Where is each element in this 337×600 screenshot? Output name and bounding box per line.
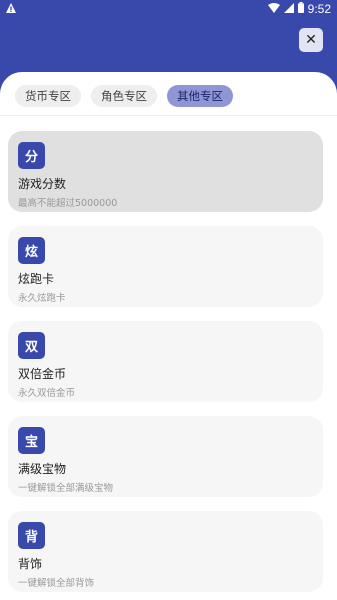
- bottom-sheet: 货币专区 角色专区 其他专区 分 游戏分数 最高不能超过5000000 炫 炫跑…: [0, 72, 337, 600]
- item-title: 满级宝物: [18, 462, 67, 476]
- item-badge: 双: [18, 332, 45, 359]
- item-subtitle: 一键解锁全部背饰: [18, 578, 95, 589]
- tab-bar: 货币专区 角色专区 其他专区: [0, 72, 337, 116]
- item-subtitle: 永久炫跑卡: [18, 293, 66, 304]
- status-bar: 9:52: [0, 0, 337, 18]
- item-badge: 炫: [18, 237, 45, 264]
- notification-icon: [6, 2, 16, 16]
- status-time: 9:52: [307, 2, 331, 16]
- tab-other[interactable]: 其他专区: [167, 85, 233, 107]
- item-badge: 背: [18, 522, 45, 549]
- signal-icon: [283, 2, 294, 16]
- item-title: 炫跑卡: [18, 272, 55, 286]
- wifi-icon: [267, 2, 280, 16]
- item-subtitle: 最高不能超过5000000: [18, 198, 118, 209]
- tab-currency[interactable]: 货币专区: [15, 85, 81, 107]
- item-subtitle: 一键解锁全部满级宝物: [18, 483, 114, 494]
- item-card-run-card[interactable]: 炫 炫跑卡 永久炫跑卡: [8, 226, 323, 307]
- item-card-game-score[interactable]: 分 游戏分数 最高不能超过5000000: [8, 131, 323, 212]
- item-card-double-coins[interactable]: 双 双倍金币 永久双倍金币: [8, 321, 323, 402]
- item-title: 背饰: [18, 557, 43, 571]
- close-button[interactable]: ✕: [299, 28, 323, 52]
- item-card-max-treasure[interactable]: 宝 满级宝物 一键解锁全部满级宝物: [8, 416, 323, 497]
- item-title: 双倍金币: [18, 367, 67, 381]
- tab-character[interactable]: 角色专区: [91, 85, 157, 107]
- item-list: 分 游戏分数 最高不能超过5000000 炫 炫跑卡 永久炫跑卡 双 双倍金币 …: [0, 116, 337, 592]
- item-card-back-accessory[interactable]: 背 背饰 一键解锁全部背饰: [8, 511, 323, 592]
- item-title: 游戏分数: [18, 177, 67, 191]
- item-badge: 宝: [18, 427, 45, 454]
- item-badge: 分: [18, 142, 45, 169]
- close-icon: ✕: [305, 32, 317, 48]
- battery-icon: [297, 2, 304, 16]
- item-subtitle: 永久双倍金币: [18, 388, 76, 399]
